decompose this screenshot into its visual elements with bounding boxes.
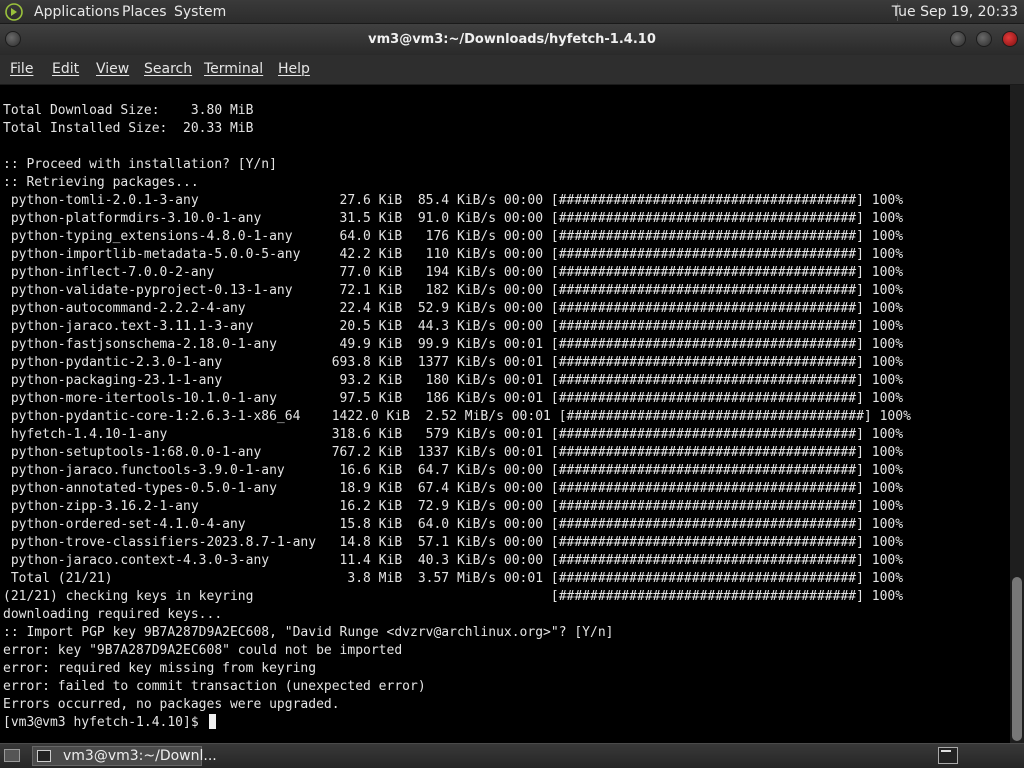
taskbar-window-label: vm3@vm3:~/Downl... (63, 748, 217, 764)
taskbar-window-button[interactable]: vm3@vm3:~/Downl... (32, 746, 217, 766)
terminal-line: (21/21) checking keys in keyring [######… (3, 589, 904, 604)
menu-view[interactable]: View (96, 61, 129, 77)
terminal-line: python-typing_extensions-4.8.0-1-any 64.… (3, 229, 904, 244)
terminal-line: Total Download Size: 3.80 MiB (3, 103, 254, 118)
terminal-line: :: Import PGP key 9B7A287D9A2EC608, "Dav… (3, 625, 614, 640)
applications-menu[interactable]: Applications (34, 4, 120, 20)
terminal-output: Total Download Size: 3.80 MiB Total Inst… (3, 102, 911, 732)
terminal-line: python-tomli-2.0.1-3-any 27.6 KiB 85.4 K… (3, 193, 904, 208)
shell-prompt: [vm3@vm3 hyfetch-1.4.10]$ (3, 715, 207, 730)
terminal-line: python-inflect-7.0.0-2-any 77.0 KiB 194 … (3, 265, 904, 280)
menu-search[interactable]: Search (144, 61, 192, 77)
terminal-line: python-jaraco.context-4.3.0-3-any 11.4 K… (3, 553, 904, 568)
terminal-line: python-fastjsonschema-2.18.0-1-any 49.9 … (3, 337, 904, 352)
close-button[interactable] (1002, 31, 1018, 47)
terminal-line: error: required key missing from keyring (3, 661, 317, 676)
terminal-line: python-autocommand-2.2.2-4-any 22.4 KiB … (3, 301, 904, 316)
minimize-button[interactable] (950, 31, 966, 47)
terminal-line: python-annotated-types-0.5.0-1-any 18.9 … (3, 481, 904, 496)
terminal-line: python-packaging-23.1-1-any 93.2 KiB 180… (3, 373, 904, 388)
terminal-line: downloading required keys... (3, 607, 223, 622)
system-menu[interactable]: System (174, 4, 226, 20)
terminal-line: python-trove-classifiers-2023.8.7-1-any … (3, 535, 904, 550)
maximize-button[interactable] (976, 31, 992, 47)
terminal-line: python-importlib-metadata-5.0.0-5-any 42… (3, 247, 904, 262)
terminal-line: python-pydantic-core-1:2.6.3-1-x86_64 14… (3, 409, 911, 424)
terminal-view[interactable]: Total Download Size: 3.80 MiB Total Inst… (0, 85, 1010, 743)
terminal-line: Errors occurred, no packages were upgrad… (3, 697, 340, 712)
show-desktop-icon[interactable] (4, 749, 20, 762)
terminal-line: python-validate-pyproject-0.13-1-any 72.… (3, 283, 904, 298)
bottom-panel: vm3@vm3:~/Downl... (0, 743, 1024, 768)
terminal-scrollbar[interactable] (1010, 85, 1024, 743)
terminal-line: error: failed to commit transaction (une… (3, 679, 426, 694)
terminal-line: Total (21/21) 3.8 MiB 3.57 MiB/s 00:01 [… (3, 571, 904, 586)
places-menu[interactable]: Places (122, 4, 167, 20)
terminal-line: python-more-itertools-10.1.0-1-any 97.5 … (3, 391, 904, 406)
menu-file[interactable]: File (10, 61, 33, 77)
terminal-line: error: key "9B7A287D9A2EC608" could not … (3, 643, 403, 658)
window-titlebar[interactable]: vm3@vm3:~/Downloads/hyfetch-1.4.10 (0, 24, 1024, 55)
menu-terminal[interactable]: Terminal (204, 61, 263, 77)
distro-logo-icon[interactable] (5, 3, 23, 21)
terminal-line: python-jaraco.text-3.11.1-3-any 20.5 KiB… (3, 319, 904, 334)
top-panel: Applications Places System Tue Sep 19, 2… (0, 0, 1024, 24)
terminal-line: python-jaraco.functools-3.9.0-1-any 16.6… (3, 463, 904, 478)
terminal-line: python-pydantic-2.3.0-1-any 693.8 KiB 13… (3, 355, 904, 370)
terminal-icon (37, 750, 51, 762)
menu-help[interactable]: Help (278, 61, 310, 77)
text-cursor (208, 714, 216, 729)
terminal-line: :: Proceed with installation? [Y/n] (3, 157, 277, 172)
window-title: vm3@vm3:~/Downloads/hyfetch-1.4.10 (368, 32, 656, 47)
menu-edit[interactable]: Edit (52, 61, 79, 77)
terminal-line: python-setuptools-1:68.0.0-1-any 767.2 K… (3, 445, 904, 460)
terminal-line: hyfetch-1.4.10-1-any 318.6 KiB 579 KiB/s… (3, 427, 904, 442)
terminal-menubar: File Edit View Search Terminal Help (0, 55, 1024, 85)
terminal-line: python-zipp-3.16.2-1-any 16.2 KiB 72.9 K… (3, 499, 904, 514)
scrollbar-thumb[interactable] (1012, 577, 1022, 741)
panel-clock[interactable]: Tue Sep 19, 20:33 (892, 4, 1018, 20)
workspace-switcher-icon[interactable] (938, 747, 958, 764)
terminal-line: python-ordered-set-4.1.0-4-any 15.8 KiB … (3, 517, 904, 532)
terminal-line: python-platformdirs-3.10.0-1-any 31.5 Ki… (3, 211, 904, 226)
terminal-line: :: Retrieving packages... (3, 175, 199, 190)
terminal-line: Total Installed Size: 20.33 MiB (3, 121, 254, 136)
